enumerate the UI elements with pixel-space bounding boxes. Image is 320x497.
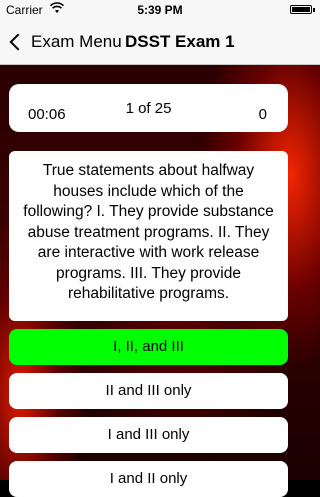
page-title: DSST Exam 1 [125, 32, 235, 51]
answer-button-3[interactable]: I and III only [9, 417, 288, 453]
status-time: 5:39 PM [137, 3, 183, 17]
navigation-bar: Exam Menu DSST Exam 1 [0, 20, 320, 65]
status-bar: Carrier 5:39 PM [0, 0, 320, 20]
chevron-left-icon [9, 33, 27, 51]
question-text: True statements about halfway houses inc… [9, 151, 288, 321]
answer-button-4[interactable]: I and II only [9, 461, 288, 497]
answer-button-2[interactable]: II and III only [9, 373, 288, 409]
back-button-label: Exam Menu [31, 32, 122, 51]
question-counter: 1 of 25 [125, 100, 172, 117]
battery-icon [290, 5, 315, 14]
score-label: 0 [258, 106, 267, 123]
back-button[interactable]: Exam Menu [8, 30, 122, 54]
answer-button-1[interactable]: I, II, and III [9, 329, 288, 365]
score-panel: 00:06 1 of 25 0 [9, 84, 288, 132]
